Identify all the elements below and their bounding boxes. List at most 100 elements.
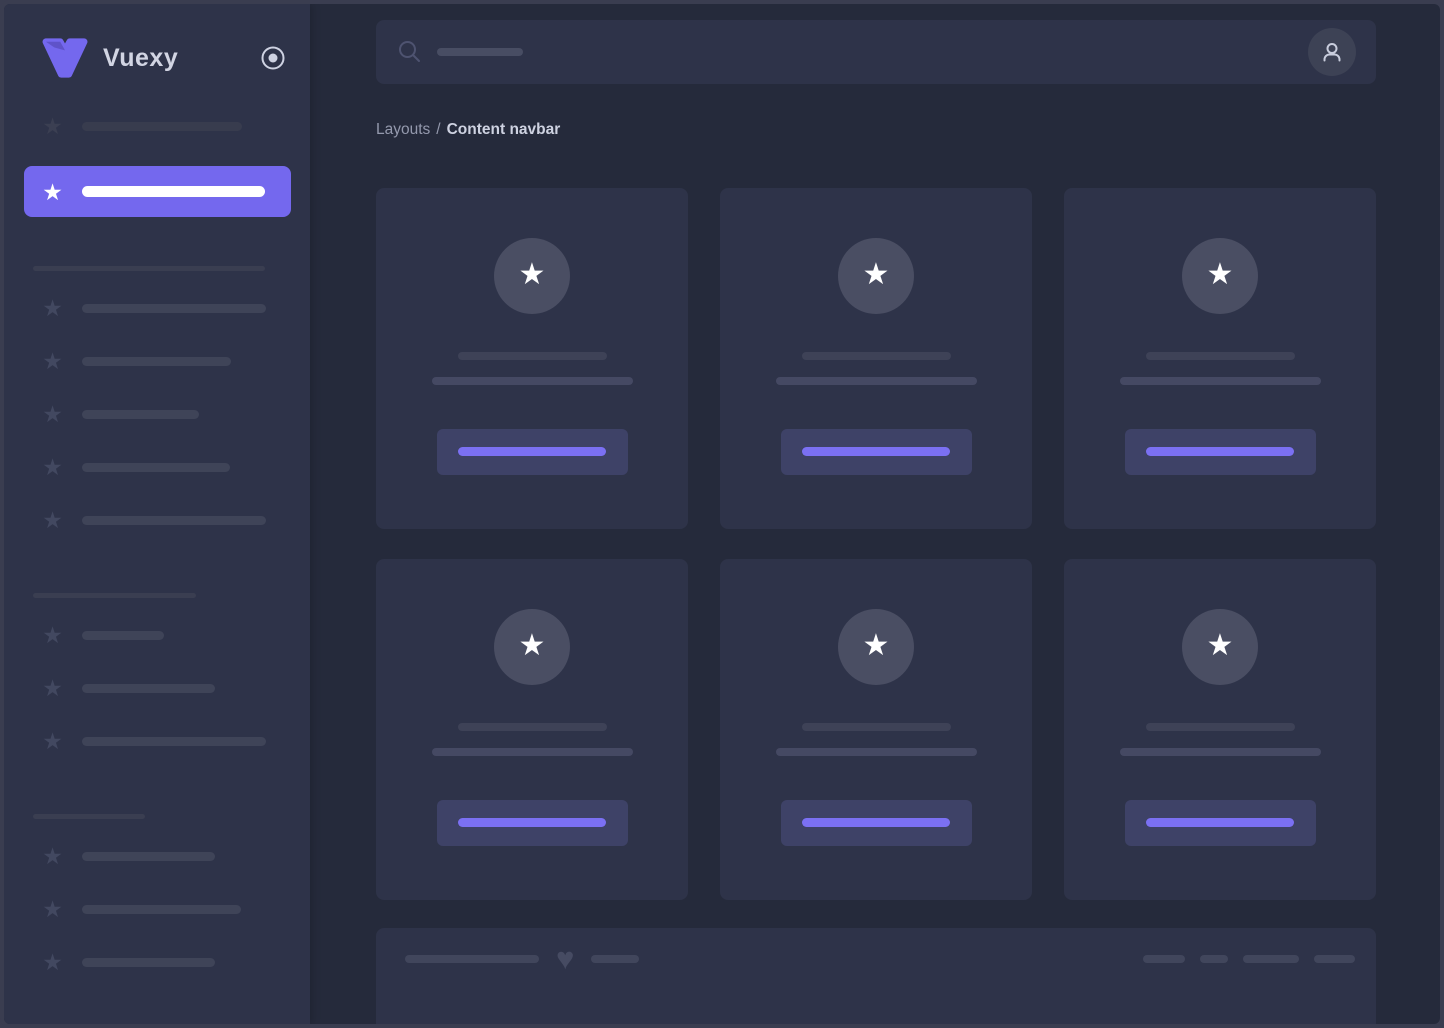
star-icon: ★ — [39, 843, 66, 869]
card: ★ — [1064, 188, 1376, 529]
skeleton-label-bar — [82, 357, 231, 366]
skeleton-label-bar — [82, 463, 230, 472]
star-icon: ★ — [519, 260, 546, 290]
button-label-bar — [458, 818, 606, 827]
breadcrumb-separator: / — [436, 121, 440, 139]
star-icon: ★ — [39, 179, 66, 205]
card: ★ — [1064, 559, 1376, 900]
star-icon: ★ — [39, 675, 66, 701]
card-button[interactable] — [1125, 429, 1316, 475]
section-header-bar — [33, 814, 145, 819]
sidebar-item[interactable]: ★ — [39, 675, 310, 701]
star-icon: ★ — [39, 401, 66, 427]
card-button[interactable] — [437, 429, 628, 475]
star-icon: ★ — [39, 728, 66, 754]
footer-link-bar — [1143, 955, 1185, 963]
star-icon: ★ — [39, 348, 66, 374]
star-icon: ★ — [1207, 631, 1234, 661]
footer-text-bar — [591, 955, 639, 963]
search-placeholder-bar — [437, 48, 523, 56]
main-content: Layouts / Content navbar ★ ★ — [310, 4, 1440, 1024]
card-avatar-circle: ★ — [494, 609, 570, 685]
top-navbar — [376, 20, 1376, 84]
star-icon: ★ — [519, 631, 546, 661]
skeleton-text-bar — [802, 352, 951, 360]
skeleton-text-bar — [776, 748, 977, 756]
footer-links — [1143, 955, 1355, 963]
card-button[interactable] — [781, 429, 972, 475]
search-icon — [398, 40, 421, 63]
card-avatar-circle: ★ — [838, 238, 914, 314]
footer-link-bar — [1243, 955, 1299, 963]
footer-link-bar — [1314, 955, 1355, 963]
skeleton-text-bar — [1146, 352, 1295, 360]
sidebar-item[interactable]: ★ — [39, 843, 310, 869]
skeleton-label-bar — [82, 905, 241, 914]
vuexy-v-icon — [39, 36, 91, 80]
card-button[interactable] — [781, 800, 972, 846]
sidebar-item[interactable]: ★ — [39, 113, 310, 139]
button-label-bar — [1146, 818, 1294, 827]
footer-link-bar — [1200, 955, 1228, 963]
star-icon: ★ — [39, 949, 66, 975]
button-label-bar — [458, 447, 606, 456]
page-footer: ♥ — [376, 928, 1376, 1024]
skeleton-text-bar — [458, 723, 607, 731]
card-button[interactable] — [437, 800, 628, 846]
card-grid: ★ ★ ★ — [376, 188, 1376, 900]
skeleton-label-bar — [82, 516, 266, 525]
skeleton-label-bar — [82, 684, 215, 693]
breadcrumb: Layouts / Content navbar — [376, 120, 1376, 140]
star-icon: ★ — [863, 631, 890, 661]
skeleton-text-bar — [1120, 377, 1321, 385]
skeleton-label-bar — [82, 631, 164, 640]
skeleton-text-bar — [776, 377, 977, 385]
skeleton-text-bar — [432, 748, 633, 756]
sidebar-item[interactable]: ★ — [39, 622, 310, 648]
sidebar: Vuexy ★ ★ ★ ★ — [4, 4, 310, 1024]
footer-text-bar — [405, 955, 539, 963]
sidebar-item[interactable]: ★ — [39, 454, 310, 480]
brand-title: Vuexy — [103, 44, 178, 73]
search-input[interactable] — [398, 40, 1308, 63]
breadcrumb-current: Content navbar — [447, 121, 561, 139]
button-label-bar — [1146, 447, 1294, 456]
skeleton-text-bar — [432, 377, 633, 385]
sidebar-item[interactable]: ★ — [39, 401, 310, 427]
sidebar-item[interactable]: ★ — [39, 896, 310, 922]
skeleton-text-bar — [458, 352, 607, 360]
sidebar-item-active[interactable]: ★ — [24, 166, 291, 217]
section-header-bar — [33, 593, 196, 598]
star-icon: ★ — [39, 622, 66, 648]
card-avatar-circle: ★ — [1182, 609, 1258, 685]
sidebar-item[interactable]: ★ — [39, 295, 310, 321]
skeleton-label-bar — [82, 122, 242, 131]
button-label-bar — [802, 818, 950, 827]
user-icon — [1319, 39, 1345, 65]
card-avatar-circle: ★ — [1182, 238, 1258, 314]
sidebar-item[interactable]: ★ — [39, 728, 310, 754]
sidebar-item[interactable]: ★ — [39, 507, 310, 533]
card: ★ — [720, 559, 1032, 900]
app-frame: Vuexy ★ ★ ★ ★ — [0, 0, 1444, 1028]
card-avatar-circle: ★ — [838, 609, 914, 685]
skeleton-label-bar — [82, 410, 199, 419]
breadcrumb-parent[interactable]: Layouts — [376, 121, 430, 139]
card: ★ — [720, 188, 1032, 529]
skeleton-text-bar — [1120, 748, 1321, 756]
skeleton-label-bar — [82, 852, 215, 861]
sidebar-menu: ★ ★ ★ ★ ★ ★ — [39, 113, 310, 975]
skeleton-text-bar — [802, 723, 951, 731]
card-button[interactable] — [1125, 800, 1316, 846]
heart-icon: ♥ — [556, 944, 574, 974]
skeleton-label-bar — [82, 958, 215, 967]
sidebar-item[interactable]: ★ — [39, 949, 310, 975]
radio-dot-icon[interactable] — [260, 45, 286, 71]
star-icon: ★ — [863, 260, 890, 290]
star-icon: ★ — [39, 507, 66, 533]
card: ★ — [376, 559, 688, 900]
star-icon: ★ — [1207, 260, 1234, 290]
section-header-bar — [33, 266, 265, 271]
sidebar-item[interactable]: ★ — [39, 348, 310, 374]
user-avatar[interactable] — [1308, 28, 1356, 76]
